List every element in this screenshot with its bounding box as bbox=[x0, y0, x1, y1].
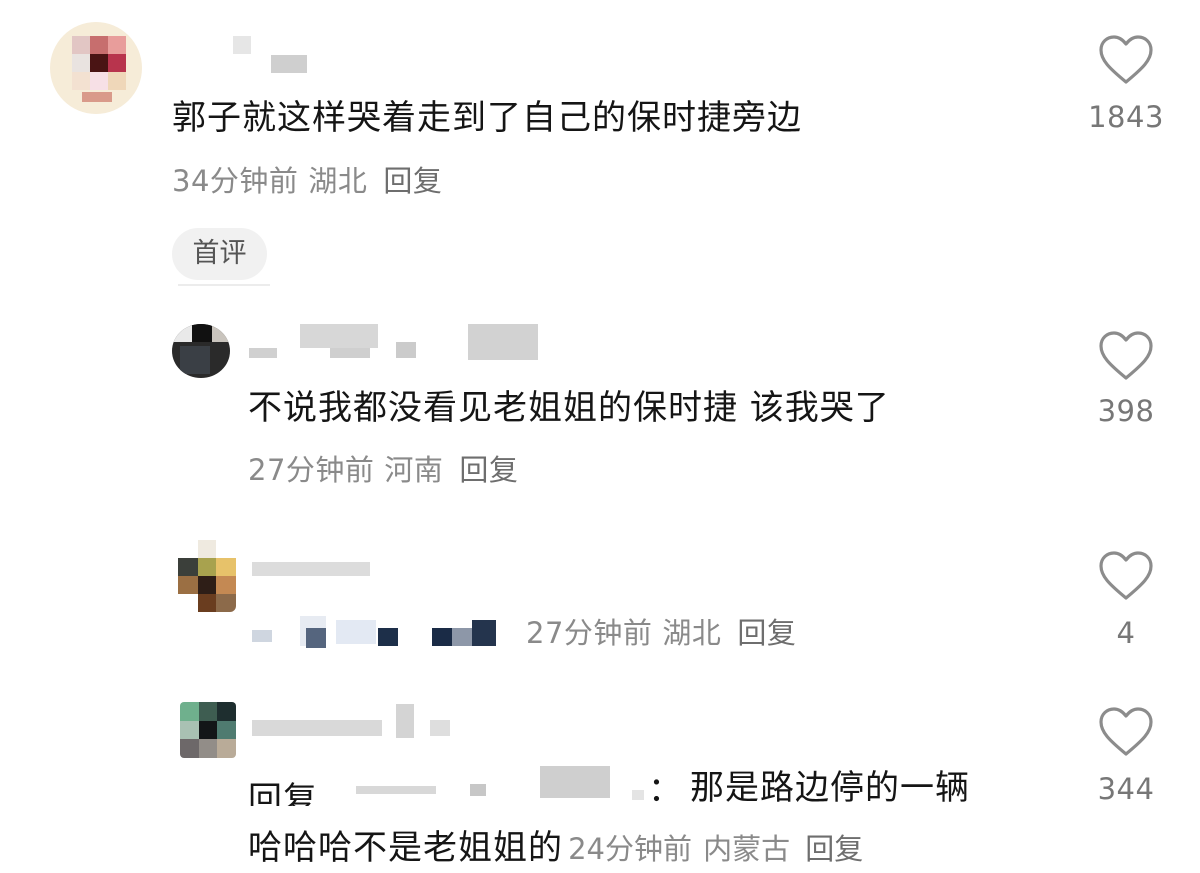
like-count: 1843 bbox=[1088, 100, 1164, 134]
avatar[interactable] bbox=[180, 702, 236, 758]
comment-meta: 27分钟前 湖北 回复 bbox=[526, 616, 796, 650]
comment-text-line1: 那是路边停的一辆 bbox=[690, 768, 970, 808]
mention-redacted[interactable] bbox=[356, 786, 436, 794]
like-button[interactable]: 4 bbox=[1071, 550, 1181, 650]
reply-button[interactable]: 回复 bbox=[459, 453, 518, 487]
comment-time: 24分钟前 bbox=[568, 832, 692, 866]
reply-button[interactable]: 回复 bbox=[737, 616, 796, 650]
username-redacted bbox=[468, 324, 538, 360]
avatar[interactable] bbox=[50, 22, 142, 114]
comment-meta: 27分钟前 河南 回复 bbox=[248, 453, 518, 487]
content-redacted bbox=[336, 620, 376, 644]
content-redacted bbox=[252, 630, 272, 642]
comment-line2: 哈哈哈不是老姐姐的 24分钟前 内蒙古 回复 bbox=[248, 826, 863, 868]
content-redacted bbox=[472, 620, 496, 646]
comment-time: 27分钟前 bbox=[526, 616, 653, 650]
username-redacted[interactable] bbox=[249, 348, 277, 358]
heart-outline-icon bbox=[1099, 331, 1153, 380]
comment-location: 湖北 bbox=[308, 164, 368, 198]
content-redacted bbox=[378, 628, 398, 646]
username-redacted bbox=[396, 704, 414, 738]
reply-item: 不说我都没看见老姐姐的保时捷 该我哭了 27分钟前 河南 回复 398 bbox=[0, 300, 1200, 520]
username-redacted bbox=[300, 324, 378, 348]
heart-outline-icon bbox=[1099, 551, 1153, 600]
reply-prefix: 回复 bbox=[248, 766, 318, 806]
content-redacted bbox=[432, 628, 452, 646]
comment-location: 内蒙古 bbox=[703, 832, 791, 866]
comment-time: 34分钟前 bbox=[172, 164, 299, 198]
like-button[interactable]: 344 bbox=[1071, 706, 1181, 806]
comment-text-line2: 哈哈哈不是老姐姐的 bbox=[248, 828, 563, 868]
mention-redacted bbox=[540, 766, 610, 798]
content-redacted bbox=[306, 628, 326, 648]
username-redacted bbox=[330, 348, 370, 358]
username-redacted[interactable] bbox=[252, 720, 382, 736]
username-redacted bbox=[396, 342, 416, 358]
username-redacted bbox=[430, 720, 450, 736]
mention-redacted bbox=[470, 784, 486, 796]
avatar[interactable] bbox=[172, 324, 230, 378]
content-redacted bbox=[452, 628, 472, 646]
comment-time: 27分钟前 bbox=[248, 453, 375, 487]
comment-item: 郭子就这样哭着走到了自己的保时捷旁边 34分钟前 湖北 回复 首评 1843 bbox=[0, 0, 1200, 300]
heart-outline-icon bbox=[1099, 707, 1153, 756]
reply-colon: ： bbox=[648, 770, 683, 810]
comment-location: 湖北 bbox=[662, 616, 722, 650]
username-redacted bbox=[271, 55, 307, 73]
mention-redacted bbox=[632, 790, 644, 800]
username-redacted[interactable] bbox=[252, 562, 370, 576]
divider bbox=[178, 284, 270, 286]
reply-item: 27分钟前 湖北 回复 4 bbox=[0, 520, 1200, 690]
like-button[interactable]: 398 bbox=[1071, 330, 1181, 428]
reply-button[interactable]: 回复 bbox=[383, 164, 442, 198]
comment-text: 郭子就这样哭着走到了自己的保时捷旁边 bbox=[172, 98, 802, 138]
reply-button[interactable]: 回复 bbox=[805, 832, 863, 866]
username-redacted[interactable] bbox=[233, 36, 251, 54]
like-button[interactable]: 1843 bbox=[1071, 34, 1181, 134]
heart-outline-icon bbox=[1099, 35, 1153, 84]
like-count: 344 bbox=[1097, 772, 1155, 806]
like-count: 4 bbox=[1116, 616, 1136, 650]
avatar[interactable] bbox=[178, 540, 236, 612]
like-count: 398 bbox=[1097, 394, 1155, 428]
reply-to-label: 回复 bbox=[248, 780, 318, 806]
reply-item: 回复 ： 那是路边停的一辆 哈哈哈不是老姐姐的 24分钟前 内蒙古 回复 344 bbox=[0, 690, 1200, 873]
comment-text: 不说我都没看见老姐姐的保时捷 该我哭了 bbox=[248, 388, 890, 428]
comment-meta: 34分钟前 湖北 回复 bbox=[172, 164, 442, 198]
first-comment-badge: 首评 bbox=[172, 228, 267, 280]
comment-location: 河南 bbox=[384, 453, 444, 487]
